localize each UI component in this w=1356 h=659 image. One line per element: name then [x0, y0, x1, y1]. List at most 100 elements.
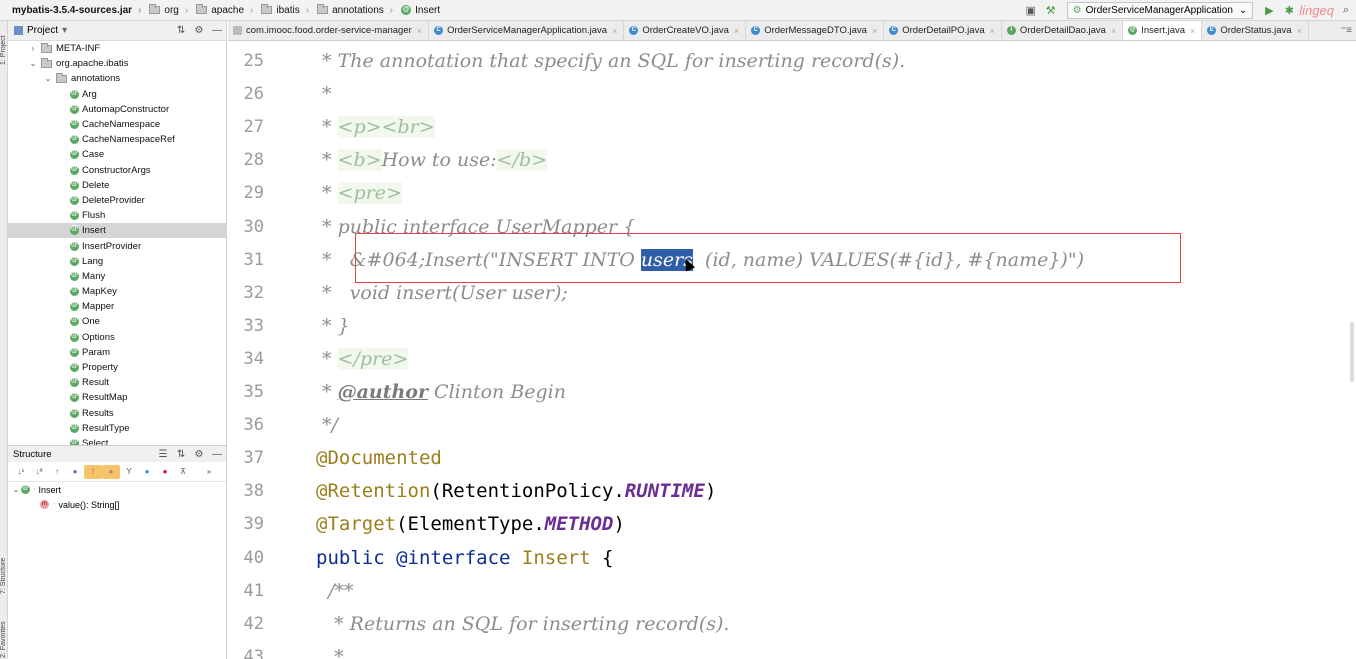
editor-tab[interactable]: @ Insert.java ×: [1123, 21, 1203, 40]
gear-icon[interactable]: ⚙: [190, 449, 208, 460]
tree-item[interactable]: One: [8, 314, 226, 329]
close-icon[interactable]: ×: [1297, 26, 1302, 36]
tree-item[interactable]: DeleteProvider: [8, 193, 226, 208]
tree-item[interactable]: Result: [8, 375, 226, 390]
collapse-all-icon[interactable]: ⇅: [172, 449, 190, 460]
annotation-icon: [70, 347, 79, 357]
code-line: *: [316, 78, 332, 111]
tree-item[interactable]: MapKey: [8, 284, 226, 299]
annotation-icon: [70, 195, 79, 205]
editor-tab[interactable]: com.imooc.food.order-service-manager ×: [228, 21, 430, 40]
spring-boot-icon: ⚙: [1072, 5, 1082, 16]
tree-item[interactable]: Property: [8, 360, 226, 375]
code-editor[interactable]: * The annotation that specify an SQL for…: [294, 42, 1356, 659]
chevron-down-icon[interactable]: ▾: [62, 25, 67, 36]
run-configuration-selector[interactable]: ⚙ OrderServiceManagerApplication ⌄: [1066, 2, 1254, 19]
line-number: 34: [243, 348, 264, 369]
tree-item[interactable]: InsertProvider: [8, 238, 226, 253]
hide-panel-icon[interactable]: —: [208, 25, 226, 36]
tree-item[interactable]: ConstructorArgs: [8, 163, 226, 178]
structure-tool-window-button[interactable]: 7: Structure: [0, 534, 8, 594]
folder-icon: [261, 4, 273, 14]
breadcrumb-item[interactable]: annotations ›: [313, 0, 397, 21]
search-icon[interactable]: ⌕: [1338, 3, 1354, 19]
tree-item[interactable]: CacheNamespaceRef: [8, 132, 226, 147]
show-non-public-icon[interactable]: ●: [102, 464, 120, 479]
code-line: * <b>How to use:</b>: [316, 144, 548, 177]
editor-tab[interactable]: C OrderServiceManagerApplication.java ×: [429, 21, 625, 40]
tree-item[interactable]: Results: [8, 406, 226, 421]
tree-item[interactable]: ResultMap: [8, 390, 226, 405]
breadcrumb-item[interactable]: apache ›: [192, 0, 257, 21]
editor-tab[interactable]: E OrderStatus.java ×: [1202, 21, 1309, 40]
breadcrumb-item[interactable]: @ Insert: [397, 0, 444, 21]
tree-item[interactable]: Param: [8, 345, 226, 360]
favorites-tool-window-button[interactable]: 2: Favorites: [0, 606, 8, 658]
anonymous-classes-icon[interactable]: ●: [156, 465, 174, 479]
tree-item[interactable]: Options: [8, 330, 226, 345]
tree-item-label: Lang: [82, 255, 104, 267]
tree-item[interactable]: Select: [8, 436, 226, 445]
more-icon[interactable]: »: [200, 465, 218, 479]
structure-item-value[interactable]: m ◦ value(): String[]: [8, 497, 226, 512]
folder-icon[interactable]: ▣: [1023, 3, 1039, 19]
editor-tab[interactable]: C OrderDetailPO.java ×: [884, 21, 1002, 40]
project-view-selector[interactable]: Project: [27, 25, 58, 36]
breadcrumb-item[interactable]: org ›: [145, 0, 192, 21]
structure-panel: Structure ☰ ⇅ ⚙ — ↓¹ ↓ª ↑ ● f ● Y ● ● ⊼ …: [8, 445, 227, 659]
tree-item[interactable]: Mapper: [8, 299, 226, 314]
editor-tab[interactable]: I OrderDetailDao.java ×: [1002, 21, 1124, 40]
sort-visibility-icon[interactable]: ↓¹: [12, 465, 30, 479]
close-icon[interactable]: ×: [734, 26, 739, 36]
chevron-down-icon[interactable]: ⌄: [28, 59, 38, 68]
sort-alpha-icon[interactable]: ↓ª: [30, 465, 48, 479]
tree-item[interactable]: CacheNamespace: [8, 117, 226, 132]
gear-icon[interactable]: ⚙: [190, 25, 208, 36]
chevron-right-icon[interactable]: ›: [28, 44, 38, 53]
tree-item[interactable]: Delete: [8, 178, 226, 193]
tree-item[interactable]: ResultType: [8, 421, 226, 436]
chevron-down-icon[interactable]: ⌄: [11, 485, 21, 494]
breadcrumb-separator: ›: [305, 4, 310, 16]
hide-panel-icon[interactable]: —: [208, 449, 226, 460]
close-icon[interactable]: ×: [1111, 26, 1116, 36]
debug-icon[interactable]: ✱: [1281, 3, 1297, 19]
close-icon[interactable]: ×: [990, 26, 995, 36]
tree-item-label: ConstructorArgs: [82, 164, 151, 176]
tree-item[interactable]: Arg: [8, 87, 226, 102]
close-icon[interactable]: ×: [417, 26, 422, 36]
collapse-icon[interactable]: ⇅: [172, 25, 190, 36]
tree-item[interactable]: AutomapConstructor: [8, 102, 226, 117]
show-fields-icon[interactable]: f: [84, 464, 102, 479]
breadcrumb-item[interactable]: mybatis-3.5.4-sources.jar ›: [0, 0, 145, 21]
show-properties-icon[interactable]: ●: [66, 465, 84, 479]
tree-item[interactable]: Flush: [8, 208, 226, 223]
close-icon[interactable]: ×: [872, 26, 877, 36]
tree-item[interactable]: Many: [8, 269, 226, 284]
tree-item[interactable]: Lang: [8, 254, 226, 269]
show-lambdas-icon[interactable]: Y: [120, 465, 138, 479]
tree-item[interactable]: Insert: [8, 223, 226, 239]
tree-item[interactable]: ⌄ org.apache.ibatis: [8, 56, 226, 71]
hammer-icon[interactable]: ⚒: [1043, 3, 1059, 19]
tree-item[interactable]: › META-INF: [8, 41, 226, 56]
editor-tab[interactable]: C OrderMessageDTO.java ×: [746, 21, 885, 40]
autoscroll-icon[interactable]: ●: [138, 465, 156, 479]
structure-item-insert[interactable]: ⌄ ◦ Insert: [8, 482, 226, 497]
close-icon[interactable]: ×: [612, 26, 617, 36]
run-icon[interactable]: ▶: [1261, 3, 1277, 19]
expand-all-icon[interactable]: ☰: [154, 449, 172, 460]
tree-item[interactable]: ⌄ annotations: [8, 71, 226, 86]
chevron-down-icon[interactable]: ⌄: [43, 74, 53, 83]
breadcrumb-label: annotations: [332, 4, 384, 16]
close-icon[interactable]: ×: [1190, 26, 1195, 36]
editor-scrollbar[interactable]: [1350, 322, 1354, 382]
breadcrumb-item[interactable]: ibatis ›: [257, 0, 313, 21]
editor-tab[interactable]: C OrderCreateVO.java ×: [624, 21, 747, 40]
tree-item-label: Results: [82, 407, 114, 419]
filter-icon[interactable]: ⊼: [174, 465, 192, 479]
project-tool-window-button[interactable]: 1: Project: [0, 25, 8, 65]
tree-item[interactable]: Case: [8, 147, 226, 162]
show-inherited-icon[interactable]: ↑: [48, 465, 66, 479]
more-tabs-icon[interactable]: ⁼≡: [1341, 25, 1356, 36]
